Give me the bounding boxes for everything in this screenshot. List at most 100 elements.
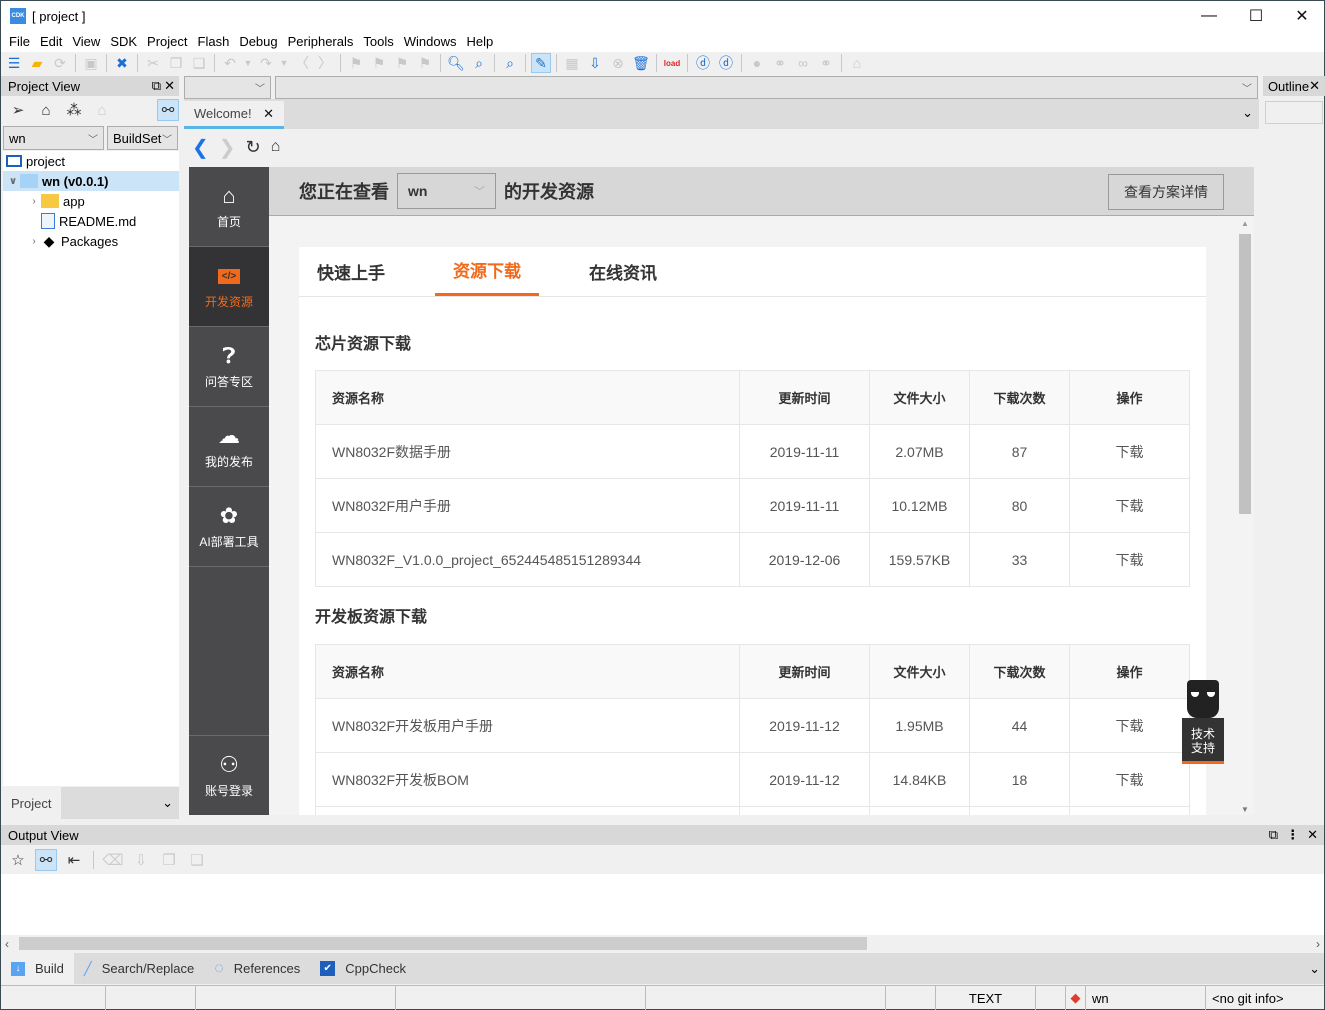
locate-icon[interactable]: ➢ [7, 99, 29, 121]
chevron-down-icon[interactable]: ∨ [6, 176, 20, 187]
symbol-select[interactable]: ﹀ [275, 76, 1258, 99]
menu-help[interactable]: Help [462, 34, 499, 49]
find-in-files-icon[interactable]: ⌕ [469, 53, 489, 73]
outline-filter-input[interactable] [1265, 101, 1323, 124]
home-icon[interactable]: ⌂ [91, 99, 113, 121]
tab-cppcheck[interactable]: ✔ CppCheck [310, 953, 416, 984]
view-details-button[interactable]: 查看方案详情 [1108, 174, 1224, 210]
scroll-up-icon[interactable]: ▲ [1241, 219, 1249, 228]
float-icon[interactable]: ⧉ [1269, 827, 1278, 843]
forward-icon[interactable]: 〉 [315, 53, 335, 73]
tree-item-wn[interactable]: ∨ wn (v0.0.1) [3, 171, 179, 191]
refresh-icon[interactable]: ↻ [246, 137, 261, 158]
reload-icon[interactable]: ⟳ [50, 53, 70, 73]
forward-icon[interactable]: ❯ [219, 135, 236, 160]
output-hscroll-thumb[interactable] [19, 937, 867, 950]
indent-icon[interactable]: ⇤ [63, 849, 85, 871]
menu-view[interactable]: View [67, 34, 105, 49]
dropdown-icon[interactable]: ▼ [279, 53, 289, 73]
download-link[interactable]: 下载 [1069, 752, 1190, 807]
debug-search-icon[interactable]: ⓓ [716, 53, 736, 73]
nav-ai-tools[interactable]: ✿ AI部署工具 [189, 487, 269, 567]
cut-icon[interactable]: ✂ [143, 53, 163, 73]
search-icon[interactable]: 🔍︎ [446, 53, 466, 73]
build-icon[interactable]: ✎ [531, 53, 551, 73]
close-x-icon[interactable]: ✖ [112, 53, 132, 73]
dropdown-icon[interactable]: ▼ [243, 53, 253, 73]
debug-icon[interactable]: ⓓ [693, 53, 713, 73]
back-icon[interactable]: 〈 [292, 53, 312, 73]
tab-references[interactable]: ◌ References [204, 953, 310, 984]
maximize-button[interactable]: ☐ [1233, 1, 1279, 31]
tab-search-replace[interactable]: ╱ Search/Replace [74, 953, 204, 984]
close-icon[interactable]: ✕ [1307, 827, 1318, 843]
more-options-icon[interactable]: ⋮ [1286, 827, 1299, 843]
tab-downloads[interactable]: 资源下载 [435, 246, 539, 296]
tech-support-label[interactable]: 技术 支持 [1182, 718, 1224, 764]
menu-edit[interactable]: Edit [35, 34, 67, 49]
menu-windows[interactable]: Windows [399, 34, 462, 49]
tech-support-widget[interactable]: 技术 支持 [1182, 678, 1224, 764]
link-icon[interactable]: ⚯ [35, 849, 57, 871]
wand-icon[interactable]: ⁂ [63, 99, 85, 121]
paste-icon[interactable]: ❏ [186, 849, 208, 871]
download-link[interactable]: 下载 [1069, 532, 1190, 587]
paste-icon[interactable]: ❏ [189, 53, 209, 73]
menu-file[interactable]: File [4, 34, 35, 49]
find-window-icon[interactable]: ⌕ [500, 53, 520, 73]
connect-icon[interactable]: ⚭ [770, 53, 790, 73]
export-icon[interactable]: ⇩ [130, 849, 152, 871]
close-icon[interactable]: ✕ [1309, 78, 1320, 94]
nav-my-posts[interactable]: ☁ 我的发布 [189, 407, 269, 487]
nav-qa[interactable]: ❓︎ 问答专区 [189, 327, 269, 407]
menu-flash[interactable]: Flash [193, 34, 235, 49]
menu-sdk[interactable]: SDK [105, 34, 142, 49]
menu-peripherals[interactable]: Peripherals [283, 34, 359, 49]
circle-icon[interactable]: ● [747, 53, 767, 73]
tree-item-readme[interactable]: README.md [3, 211, 179, 231]
close-icon[interactable]: ✕ [164, 78, 175, 94]
project-footer-select[interactable]: ⌄ [61, 787, 179, 819]
close-button[interactable]: ✕ [1279, 1, 1325, 31]
clear-icon[interactable]: ⌫ [102, 849, 124, 871]
nav-home[interactable]: ⌂ 首页 [189, 167, 269, 247]
flag-icon[interactable]: ⚑ [346, 53, 366, 73]
stop-icon[interactable]: ⊗ [608, 53, 628, 73]
open-folder-icon[interactable]: ▰ [27, 53, 47, 73]
product-select[interactable]: wn ﹀ [397, 173, 496, 209]
package-icon[interactable]: ▦ [562, 53, 582, 73]
tree-item-packages[interactable]: › ◆ Packages [3, 231, 179, 251]
scope-select[interactable]: ﹀ [184, 76, 271, 99]
flag-clear-icon[interactable]: ⚑ [415, 53, 435, 73]
erase-icon[interactable]: 🗑︎ [631, 53, 651, 73]
flag-next-icon[interactable]: ⚑ [369, 53, 389, 73]
copy-icon[interactable]: ❐ [166, 53, 186, 73]
chevron-right-icon[interactable]: › [27, 236, 41, 247]
save-icon[interactable]: ▣ [81, 53, 101, 73]
menu-tools[interactable]: Tools [358, 34, 398, 49]
chevron-right-icon[interactable]: › [27, 196, 41, 207]
new-file-icon[interactable]: ☰ [4, 53, 24, 73]
minimize-button[interactable]: — [1186, 1, 1232, 31]
scroll-down-icon[interactable]: ▼ [1241, 805, 1249, 814]
tree-item-app[interactable]: › app [3, 191, 179, 211]
tab-list-chevron-icon[interactable]: ⌄ [1242, 105, 1253, 121]
close-tab-icon[interactable]: ✕ [263, 106, 274, 122]
download-link[interactable]: 下载 [1069, 424, 1190, 479]
back-icon[interactable]: ❮ [192, 135, 209, 160]
output-text-area[interactable] [1, 874, 1324, 935]
home-icon[interactable]: ⌂ [271, 138, 281, 156]
link-icon[interactable]: ⚯ [157, 99, 179, 121]
download-icon[interactable]: ⇩ [585, 53, 605, 73]
load-icon[interactable]: load [662, 53, 682, 73]
float-icon[interactable]: ⧉ [152, 78, 161, 94]
scroll-left-icon[interactable]: ‹ [1, 937, 9, 951]
copy-icon[interactable]: ❐ [158, 849, 180, 871]
nav-login[interactable]: ⚇ 账号登录 [189, 735, 269, 815]
link-icon[interactable]: ∞ [793, 53, 813, 73]
disconnect-icon[interactable]: ⚭ [816, 53, 836, 73]
download-link[interactable]: 下载 [1069, 478, 1190, 533]
tab-build[interactable]: ↓ Build [1, 953, 74, 984]
scroll-right-icon[interactable]: › [1316, 937, 1320, 951]
chevron-down-icon[interactable]: ⌄ [1309, 961, 1320, 977]
